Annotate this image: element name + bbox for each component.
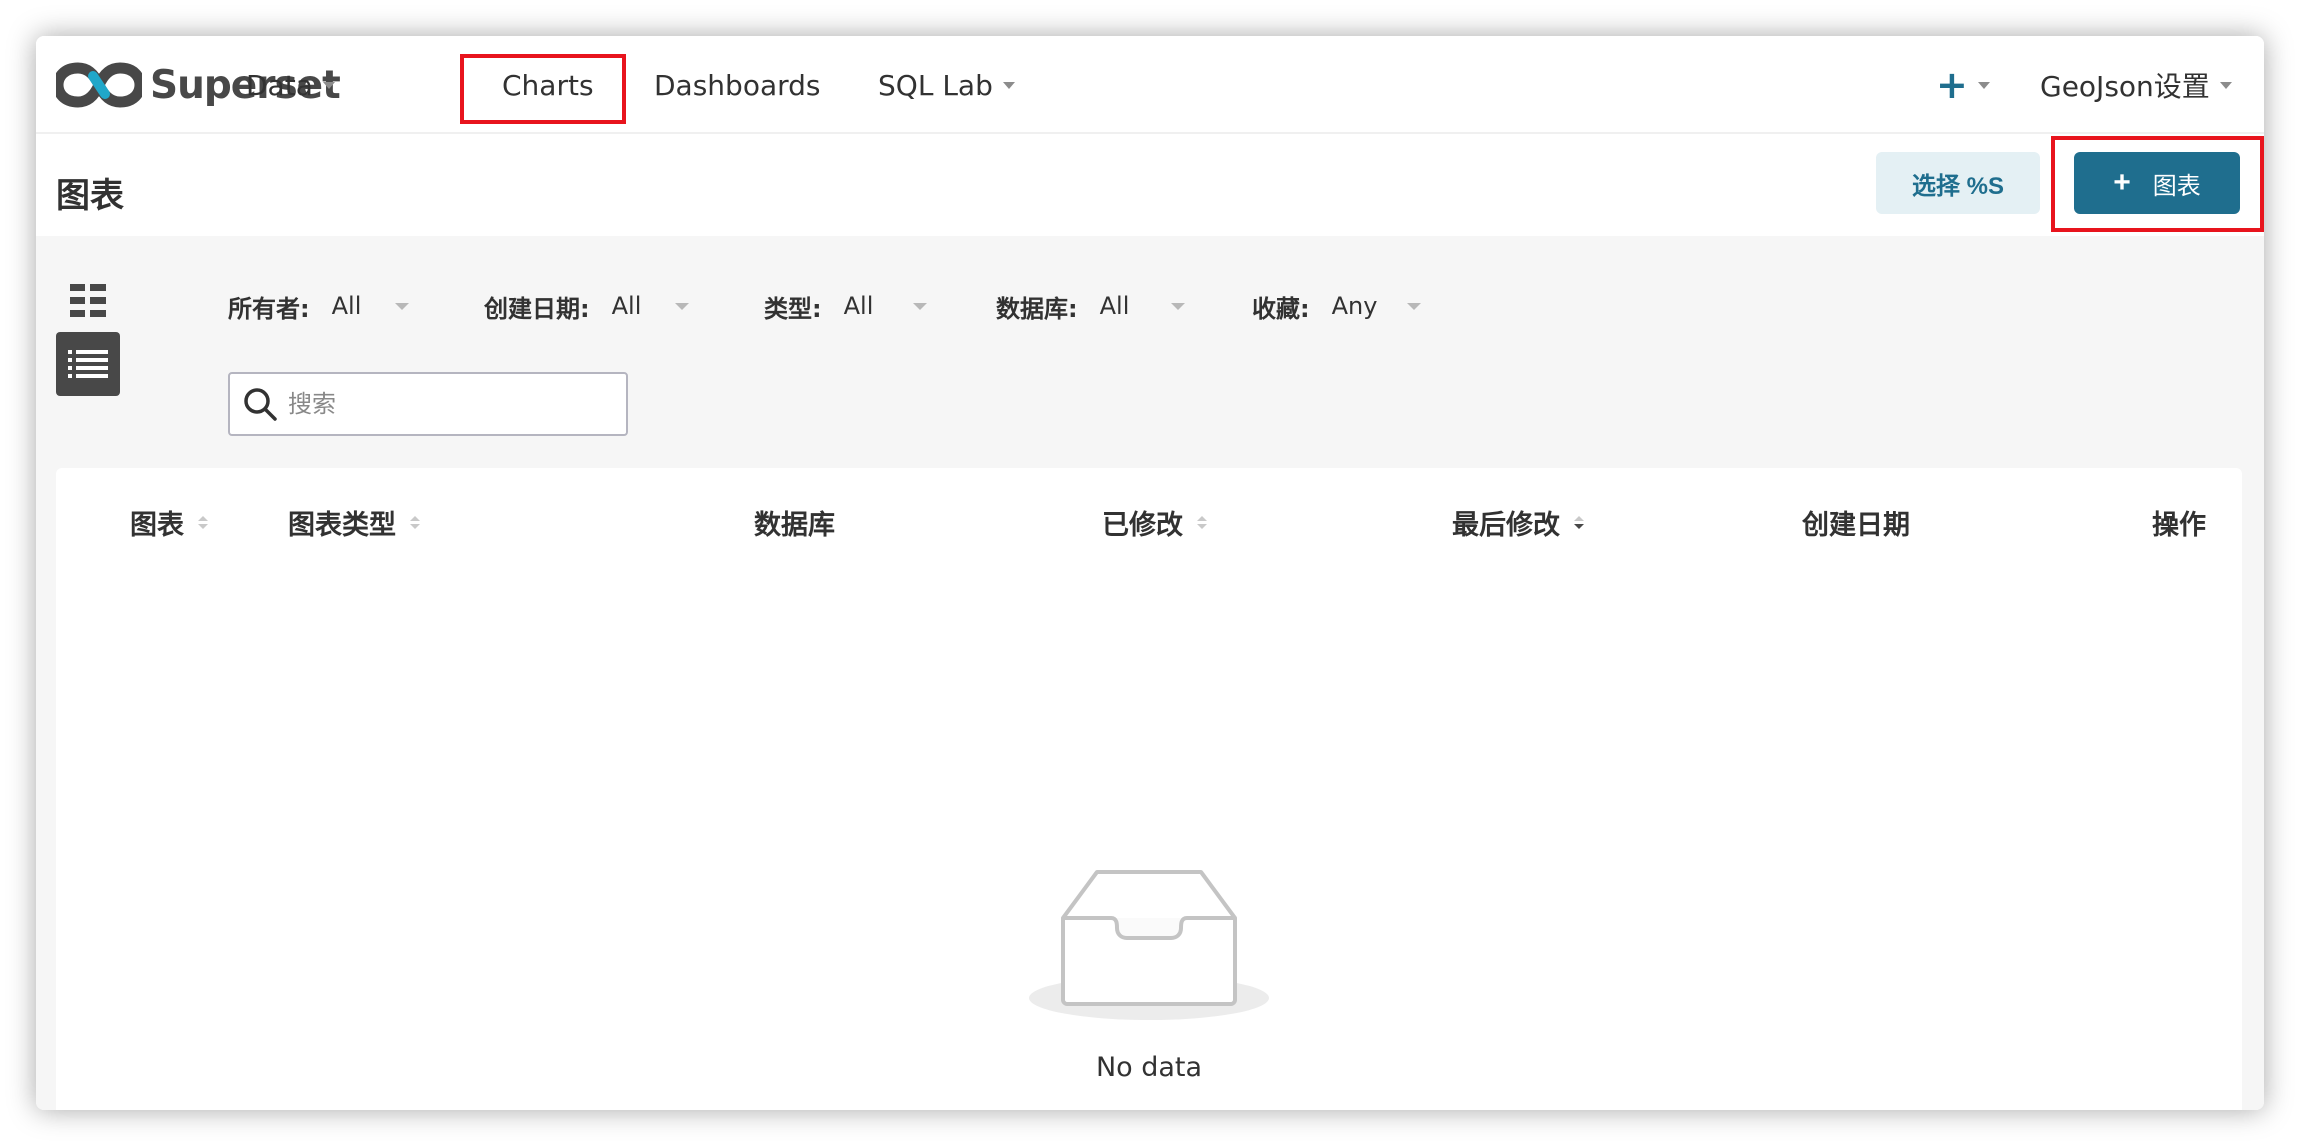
filter-type-label: 类型: [764, 294, 822, 323]
column-header-last-modified[interactable]: 最后修改 [1452, 504, 1584, 541]
chevron-down-icon [1171, 302, 1186, 310]
chevron-down-icon [1977, 81, 1990, 89]
bulk-select-button[interactable]: 选择 %S [1876, 152, 2040, 214]
list-view-toggle[interactable] [56, 332, 120, 396]
filter-favorite-label: 收藏: [1252, 294, 1310, 323]
card-view-icon [70, 284, 106, 317]
plus-icon: + [1936, 63, 1968, 107]
sort-icon [410, 515, 420, 529]
nav-sql-lab-label: SQL Lab [878, 68, 993, 102]
settings-menu[interactable]: GeoJson设置 [2040, 62, 2232, 108]
filter-database-value: All [1099, 292, 1130, 320]
add-chart-button[interactable]: + 图表 [2074, 152, 2240, 214]
superset-logo-icon [56, 62, 142, 108]
top-navbar: Superset Data Charts Dashboards SQL Lab … [36, 36, 2264, 134]
app-window: Superset Data Charts Dashboards SQL Lab … [36, 36, 2264, 1110]
column-header-label: 创建日期 [1802, 509, 1910, 541]
chevron-down-icon [1407, 302, 1422, 310]
filter-owner[interactable]: 所有者: All [228, 286, 410, 326]
nav-charts-label: Charts [502, 68, 594, 102]
empty-state: No data [56, 868, 2242, 1083]
charts-table: 图表 图表类型 数据库 已修改 最后修改 创建日期 操作 No data [56, 468, 2242, 1110]
filter-created-date[interactable]: 创建日期: All [484, 286, 690, 326]
column-header-label: 数据库 [754, 509, 835, 541]
list-view-icon [68, 350, 108, 378]
column-header-label: 图表 [130, 509, 184, 541]
chevron-down-icon [2219, 81, 2232, 89]
sort-icon [198, 515, 208, 529]
column-header-database: 数据库 [754, 504, 835, 541]
filter-type[interactable]: 类型: All [764, 286, 928, 326]
column-header-label: 已修改 [1102, 509, 1183, 541]
filter-database[interactable]: 数据库: All [996, 286, 1186, 326]
filter-favorite[interactable]: 收藏: Any [1252, 286, 1422, 326]
filter-owner-value: All [331, 292, 362, 320]
filter-owner-label: 所有者: [228, 294, 310, 323]
nav-sql-lab-menu[interactable]: SQL Lab [878, 62, 1015, 108]
card-view-toggle[interactable] [56, 272, 120, 328]
search-input[interactable] [288, 390, 608, 418]
page-title: 图表 [56, 176, 124, 216]
chevron-down-icon [395, 302, 410, 310]
filter-favorite-value: Any [1331, 292, 1378, 320]
nav-data-menu[interactable]: Data [246, 62, 335, 108]
column-header-chart-type[interactable]: 图表类型 [288, 504, 420, 541]
filter-type-value: All [843, 292, 874, 320]
column-header-actions: 操作 [2152, 504, 2206, 541]
column-header-label: 最后修改 [1452, 509, 1560, 541]
page-header: 图表 选择 %S + 图表 [36, 136, 2264, 236]
column-header-modified[interactable]: 已修改 [1102, 504, 1207, 541]
chevron-down-icon [1002, 81, 1015, 89]
sort-desc-icon [1574, 515, 1584, 529]
list-view-area: 所有者: All 创建日期: All 类型: All 数据库: All 收藏: … [36, 236, 2264, 1110]
filter-database-label: 数据库: [996, 294, 1078, 323]
nav-dashboards[interactable]: Dashboards [654, 62, 821, 108]
search-field[interactable] [228, 372, 628, 436]
empty-inbox-icon [1029, 870, 1269, 1020]
plus-icon: + [2113, 166, 2131, 199]
sort-icon [1197, 515, 1207, 529]
column-header-label: 图表类型 [288, 509, 396, 541]
settings-label: GeoJson设置 [2040, 70, 2210, 103]
empty-state-text: No data [1095, 1052, 1203, 1083]
chevron-down-icon [322, 81, 335, 89]
nav-dashboards-label: Dashboards [654, 68, 821, 102]
nav-data-label: Data [246, 68, 313, 102]
chevron-down-icon [675, 302, 690, 310]
filter-created-date-value: All [611, 292, 642, 320]
column-header-label: 操作 [2152, 509, 2206, 541]
search-icon [244, 388, 277, 421]
add-chart-label: 图表 [2152, 172, 2201, 200]
column-header-chart[interactable]: 图表 [130, 504, 208, 541]
chevron-down-icon [913, 302, 928, 310]
filter-created-date-label: 创建日期: [484, 294, 590, 323]
new-item-menu[interactable]: + [1936, 66, 1990, 104]
nav-charts[interactable]: Charts [502, 62, 594, 108]
column-header-created-date: 创建日期 [1802, 504, 1910, 541]
